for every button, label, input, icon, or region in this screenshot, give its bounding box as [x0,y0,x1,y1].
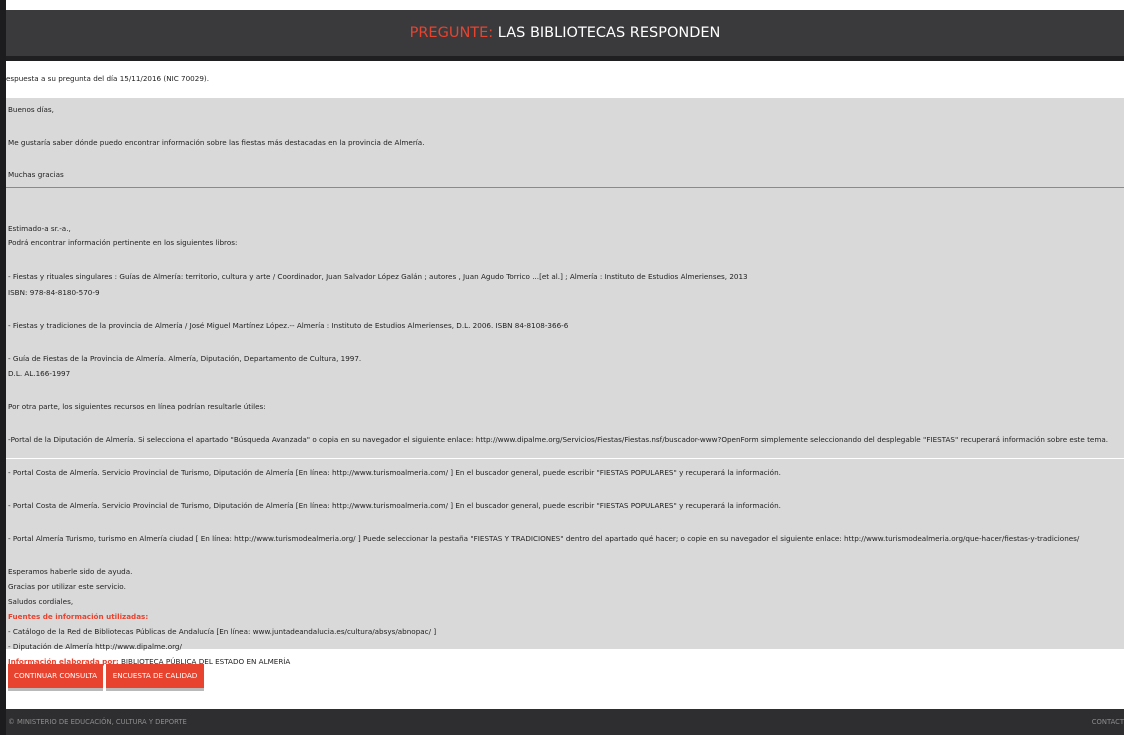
book-item-3-dl: D.L. AL.166-1997 [8,369,71,378]
source-item-1: - Catálogo de la Red de Bibliotecas Públ… [8,627,437,636]
continue-consultation-button[interactable]: CONTINUAR CONSULTA [8,664,103,691]
footer-copyright: © MINISTERIO DE EDUCACIÓN, CULTURA Y DEP… [8,718,187,726]
closing-line-3: Saludos cordiales, [8,597,74,606]
closing-line-1: Esperamos haberle sido de ayuda. [8,567,133,576]
book-item-1: - Fiestas y rituales singulares : Guías … [8,272,748,281]
question-greeting: Buenos días, [8,105,54,114]
closing-line-2: Gracias por utilizar este servicio. [8,582,126,591]
page-header: PREGUNTE: LAS BIBLIOTECAS RESPONDEN [6,10,1124,56]
question-body: Me gustaría saber dónde puedo encontrar … [8,138,425,147]
quality-survey-button[interactable]: ENCUESTA DE CALIDAD [106,664,204,691]
response-date-line: espuesta a su pregunta del día 15/11/201… [6,74,209,83]
book-item-1-isbn: ISBN: 978-84-8180-570-9 [8,288,100,297]
page-footer: © MINISTERIO DE EDUCACIÓN, CULTURA Y DEP… [6,709,1124,735]
resource-item-2: - Portal Costa de Almería. Servicio Prov… [8,468,781,477]
resource-item-3: - Portal Costa de Almería. Servicio Prov… [8,501,781,510]
header-underline [6,56,1124,61]
book-item-2: - Fiestas y tradiciones de la provincia … [8,321,569,330]
online-resources-intro: Por otra parte, los siguientes recursos … [8,402,266,411]
section-divider [6,458,1124,459]
answer-intro: Podrá encontrar información pertinente e… [8,238,238,247]
question-closing: Muchas gracias [8,170,64,179]
answer-salutation: Estimado-a sr.-a., [8,224,71,233]
sources-label: Fuentes de información utilizadas: [8,612,149,621]
header-title: LAS BIBLIOTECAS RESPONDEN [493,25,721,41]
footer-contact-link[interactable]: CONTACT [1092,709,1124,735]
resource-item-4: - Portal Almería Turismo, turismo en Alm… [8,534,1080,543]
answer-panel: Estimado-a sr.-a., Podrá encontrar infor… [6,188,1124,666]
resource-item-1: -Portal de la Diputación de Almería. Si … [8,435,1109,444]
header-title-accent: PREGUNTE: [409,25,494,41]
book-item-3: - Guía de Fiestas de la Provincia de Alm… [8,354,362,363]
question-panel: Buenos días, Me gustaría saber dónde pue… [6,98,1124,188]
source-item-2: - Diputación de Almería http://www.dipal… [8,642,182,651]
